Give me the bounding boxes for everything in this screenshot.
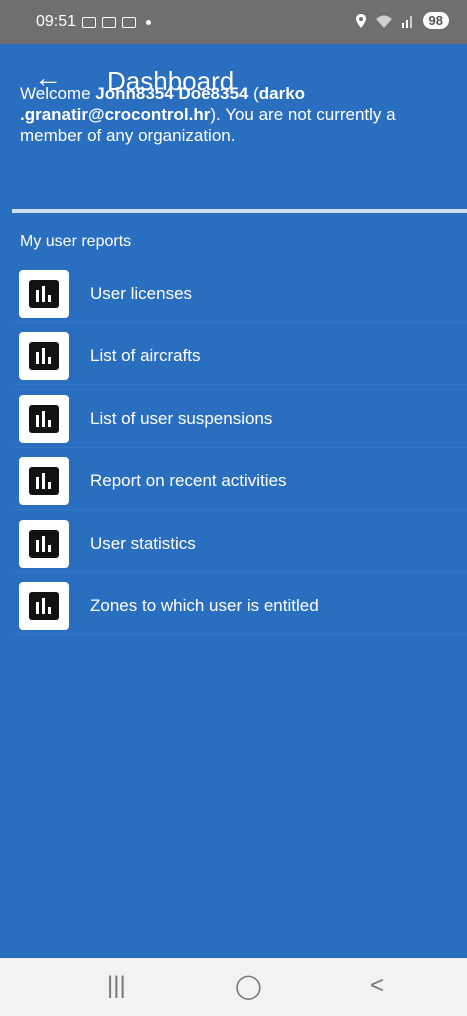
report-icon-box: [19, 457, 69, 505]
welcome-user-name: John8354 Doe8354: [95, 84, 249, 103]
report-label: Zones to which user is entitled: [90, 596, 319, 615]
battery-badge: 98: [422, 12, 449, 29]
report-item-list-of-aircrafts[interactable]: List of aircrafts: [12, 328, 467, 385]
system-nav-bar: ||| ◯ <: [0, 958, 467, 1016]
cast-icon: [102, 16, 117, 28]
home-button[interactable]: ◯: [235, 972, 262, 1001]
status-right: 98: [355, 12, 449, 29]
section-label-user-reports: My user reports: [20, 233, 132, 250]
bar-chart-icon: [29, 342, 59, 370]
back-button[interactable]: <: [370, 972, 384, 1000]
report-item-zones-user-entitled[interactable]: Zones to which user is entitled: [12, 578, 467, 635]
status-time: 09:51: [36, 13, 77, 30]
recents-button[interactable]: |||: [107, 972, 126, 1000]
signal-icon: [401, 15, 412, 28]
welcome-message: Welcome John8354 Doe8354 (darko .granati…: [20, 83, 450, 146]
report-label: List of user suspensions: [90, 409, 273, 428]
report-icon-box: [19, 520, 69, 568]
status-bar: 09:51 98: [0, 0, 467, 44]
report-icon-box: [19, 332, 69, 380]
screenshot-icon: [82, 16, 97, 28]
mail-icon: [122, 16, 137, 28]
welcome-prefix: Welcome: [20, 84, 96, 103]
report-icon-box: [19, 582, 69, 630]
report-label: List of aircrafts: [90, 346, 201, 365]
report-label: User licenses: [90, 284, 193, 303]
bar-chart-icon: [29, 467, 59, 495]
welcome-open-paren: (: [248, 84, 259, 103]
divider: [12, 209, 467, 213]
report-icon-box: [19, 270, 69, 318]
report-label: Report on recent activities: [90, 471, 287, 490]
bar-chart-icon: [29, 280, 59, 308]
report-item-user-licenses[interactable]: User licenses: [12, 266, 467, 323]
report-icon-box: [19, 395, 69, 443]
report-item-user-statistics[interactable]: User statistics: [12, 516, 467, 573]
notification-dot-icon: [146, 19, 152, 25]
report-label: User statistics: [90, 534, 196, 553]
status-left: 09:51: [36, 13, 152, 31]
location-icon: [355, 13, 366, 28]
report-item-list-of-user-suspensions[interactable]: List of user suspensions: [12, 391, 467, 448]
bar-chart-icon: [29, 530, 59, 558]
report-item-report-on-recent-activities[interactable]: Report on recent activities: [12, 453, 467, 510]
wifi-icon: [375, 15, 392, 28]
bar-chart-icon: [29, 405, 59, 433]
bar-chart-icon: [29, 592, 59, 620]
